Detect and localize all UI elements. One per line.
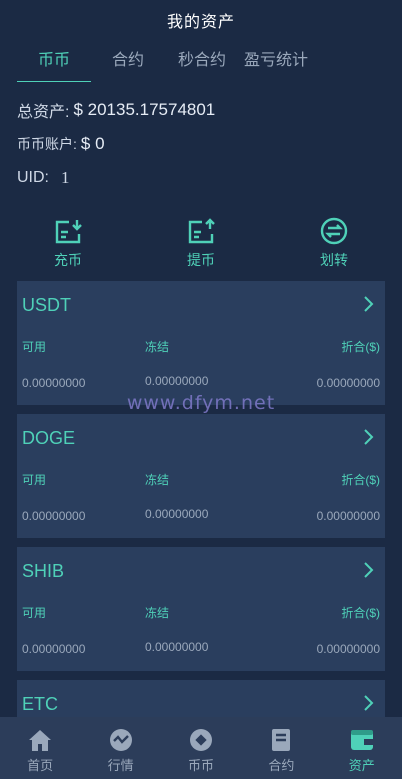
tab-profit-stats[interactable]: 盈亏统计 [239,40,313,82]
deposit-label: 充币 [54,252,82,268]
deposit-icon [55,220,82,244]
coin-name: SHIB [22,561,65,581]
total-assets-row: 总资产: $ 20135.17574801 [17,100,385,121]
converted-label: 折合($) [341,473,380,487]
converted-value: 0.00000000 [316,509,380,523]
frozen-value: 0.00000000 [145,640,209,654]
nav-home[interactable]: 首页 [10,727,70,774]
tab-contract[interactable]: 合约 [91,40,165,82]
spot-account-row: 币币账户: $ 0 [17,134,385,154]
converted-value: 0.00000000 [316,376,380,390]
coin-card-usdt[interactable]: USDT 可用 冻结 折合($) 0.00000000 0.00000000 0… [17,281,385,405]
asset-summary: 总资产: $ 20135.17574801 币币账户: $ 0 UID: 1 [0,82,402,188]
coin-list: USDT 可用 冻结 折合($) 0.00000000 0.00000000 0… [17,281,385,749]
transfer-label: 划转 [320,252,348,268]
nav-label: 资产 [348,757,375,773]
page-header: 我的资产 [0,0,402,40]
available-value: 0.00000000 [22,642,86,656]
available-label: 可用 [22,473,47,487]
available-value: 0.00000000 [22,376,86,390]
frozen-label: 冻结 [145,340,170,354]
uid-value: 1 [61,168,70,187]
watermark: www.dfym.net [126,392,276,414]
withdraw-label: 提币 [187,252,215,268]
nav-assets[interactable]: 资产 [332,727,392,774]
chevron-right-icon [364,429,374,445]
transfer-icon [320,217,348,245]
converted-label: 折合($) [341,340,380,354]
coin-name: ETC [22,694,58,714]
chevron-right-icon [364,562,374,578]
nav-spot[interactable]: 币币 [171,727,231,774]
frozen-value: 0.00000000 [145,507,209,521]
home-icon [29,729,52,751]
contract-icon [272,728,291,751]
frozen-label: 冻结 [145,606,170,620]
nav-label: 行情 [107,757,134,773]
bottom-nav: 首页 行情 币币 合约 资产 [0,717,402,779]
nav-market[interactable]: 行情 [91,727,151,774]
action-bar: 充币 提币 划转 [0,202,402,292]
coin-name: USDT [22,295,71,315]
uid-label: UID: [17,169,49,186]
coin-card-shib[interactable]: SHIB 可用 冻结 折合($) 0.00000000 0.00000000 0… [17,547,385,671]
tab-second-contract[interactable]: 秒合约 [165,40,239,82]
withdraw-icon [188,218,215,244]
converted-label: 折合($) [341,606,380,620]
chevron-right-icon [364,695,374,711]
tab-spot[interactable]: 币币 [17,40,91,82]
coin-name: DOGE [22,428,76,448]
available-label: 可用 [22,606,47,620]
market-icon [109,728,132,751]
nav-label: 首页 [27,757,54,773]
coin-icon [189,728,212,751]
available-value: 0.00000000 [22,509,86,523]
chevron-right-icon [364,296,374,312]
coin-card-doge[interactable]: DOGE 可用 冻结 折合($) 0.00000000 0.00000000 0… [17,414,385,538]
uid-row: UID: 1 [17,168,385,188]
total-assets-value: $ 20135.17574801 [73,100,216,119]
converted-value: 0.00000000 [316,642,380,656]
frozen-label: 冻结 [145,473,170,487]
page-title: 我的资产 [166,14,235,31]
nav-contract[interactable]: 合约 [251,727,311,774]
available-label: 可用 [22,340,47,354]
nav-label: 合约 [268,757,295,773]
frozen-value: 0.00000000 [145,374,209,388]
wallet-icon [350,729,373,750]
total-assets-label: 总资产: [17,104,70,121]
spot-account-value: $ 0 [80,134,105,153]
spot-account-label: 币币账户: [17,136,77,152]
asset-tabs: 币币 合约 秒合约 盈亏统计 [0,40,402,82]
nav-label: 币币 [187,757,214,773]
